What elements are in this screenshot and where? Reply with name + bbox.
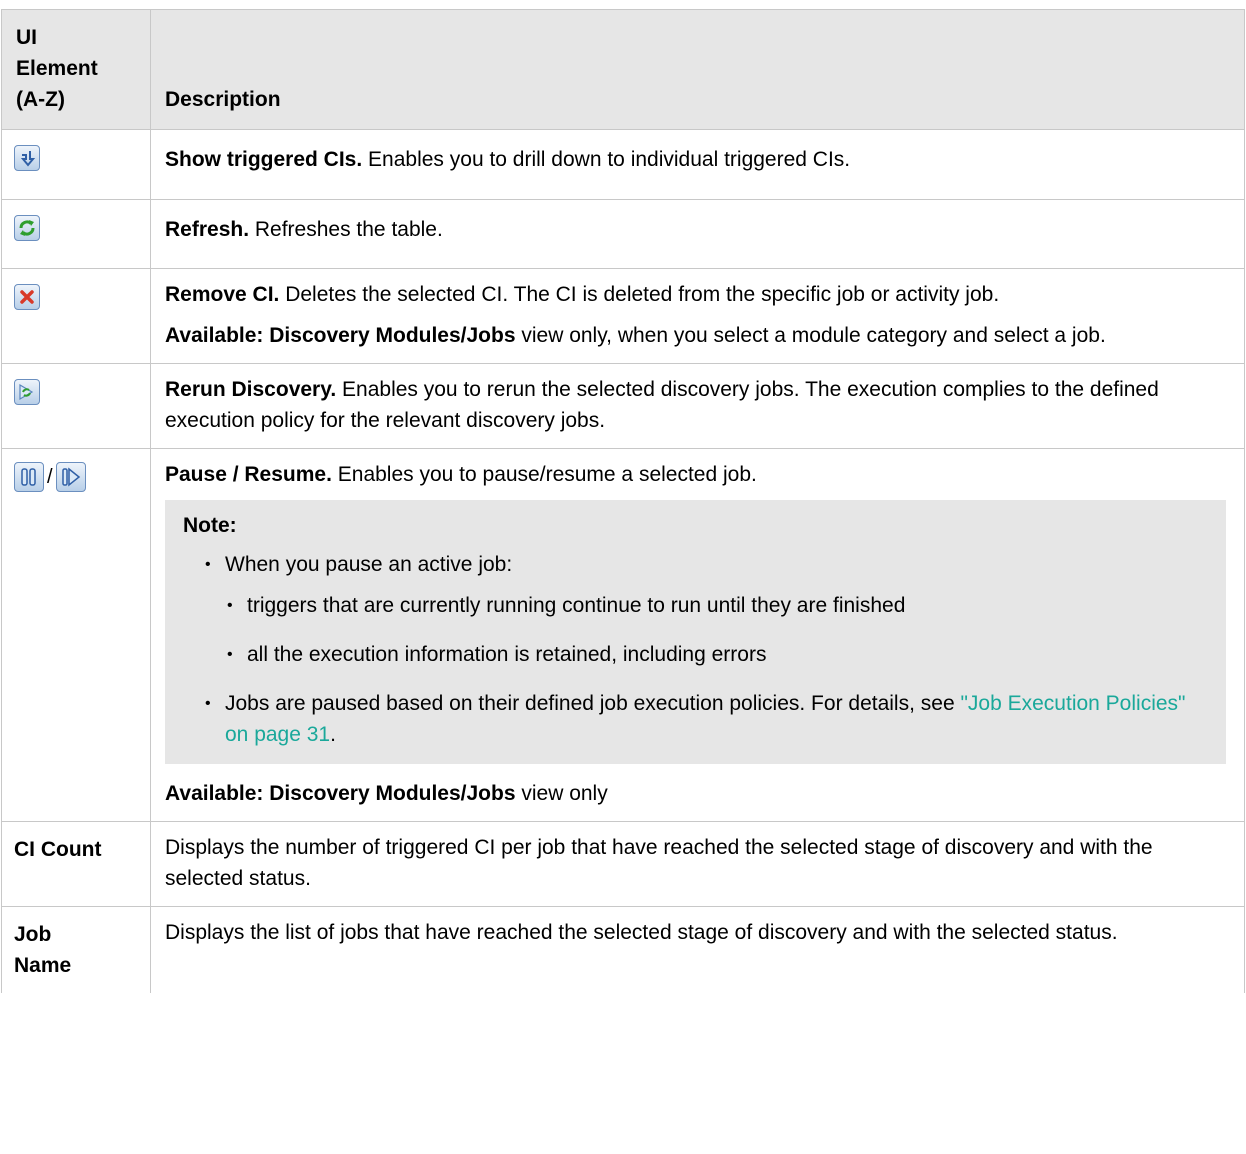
note-list: When you pause an active job: triggers t… [183, 549, 1212, 750]
availability-text: view only, when you select a module cate… [515, 324, 1106, 347]
availability-label: Available: Discovery Modules/Jobs [165, 782, 516, 805]
row-text: Refreshes the table. [249, 218, 443, 241]
note-label: Note: [183, 514, 237, 537]
availability-label: Available: Discovery Modules/Jobs [165, 324, 516, 347]
show-triggered-cis-icon [14, 145, 40, 172]
table-row: Job Name Displays the list of jobs that … [1, 906, 1245, 993]
rerun-discovery-icon [14, 379, 40, 406]
row-text: Displays the number of triggered CI per … [150, 821, 1245, 907]
row-title: Remove CI. [165, 283, 280, 306]
pause-icon [14, 462, 44, 493]
element-name-line1: Job [14, 923, 52, 946]
list-item: triggers that are currently running cont… [227, 590, 1212, 621]
remove-ci-icon [14, 284, 40, 311]
icon-separator: / [47, 465, 53, 488]
element-name: CI Count [14, 838, 102, 861]
row-title: Pause / Resume. [165, 463, 332, 486]
table-header-row: UI Element (A-Z) Description [1, 9, 1245, 130]
table-row: Rerun Discovery. Enables you to rerun th… [1, 363, 1245, 449]
sub-list: triggers that are currently running cont… [225, 590, 1212, 670]
table-row: Show triggered CIs. Enables you to drill… [1, 129, 1245, 200]
table-row: Refresh. Refreshes the table. [1, 199, 1245, 269]
refresh-icon [14, 215, 40, 242]
ui-elements-table: UI Element (A-Z) Description Show trigge… [1, 9, 1245, 993]
list-item: When you pause an active job: triggers t… [205, 549, 1212, 670]
header-ui-element-line2: Element [16, 57, 98, 80]
element-name-line2: Name [14, 954, 72, 977]
row-title: Show triggered CIs. [165, 148, 363, 171]
header-ui-element-line1: UI [16, 26, 37, 49]
list-item: Jobs are paused based on their defined j… [205, 688, 1212, 750]
table-row: CI Count Displays the number of triggere… [1, 821, 1245, 907]
table-row: / Pause / Resume. Enables you to pause/r… [1, 448, 1245, 822]
availability-text: view only [515, 782, 608, 805]
header-ui-element-line3: (A-Z) [16, 88, 65, 111]
header-description: Description [150, 9, 1245, 130]
list-item: all the execution information is retaine… [227, 639, 1212, 670]
row-title: Rerun Discovery. [165, 378, 337, 401]
row-text: Deletes the selected CI. The CI is delet… [279, 283, 1000, 306]
row-text: Displays the list of jobs that have reac… [150, 906, 1245, 993]
row-text: Enables you to drill down to individual … [362, 148, 851, 171]
header-ui-element: UI Element (A-Z) [1, 9, 151, 130]
row-title: Refresh. [165, 218, 250, 241]
table-row: Remove CI. Deletes the selected CI. The … [1, 268, 1245, 364]
note-box: Note: When you pause an active job: trig… [165, 500, 1226, 764]
row-text: Enables you to pause/resume a selected j… [331, 463, 757, 486]
resume-icon [55, 462, 86, 493]
